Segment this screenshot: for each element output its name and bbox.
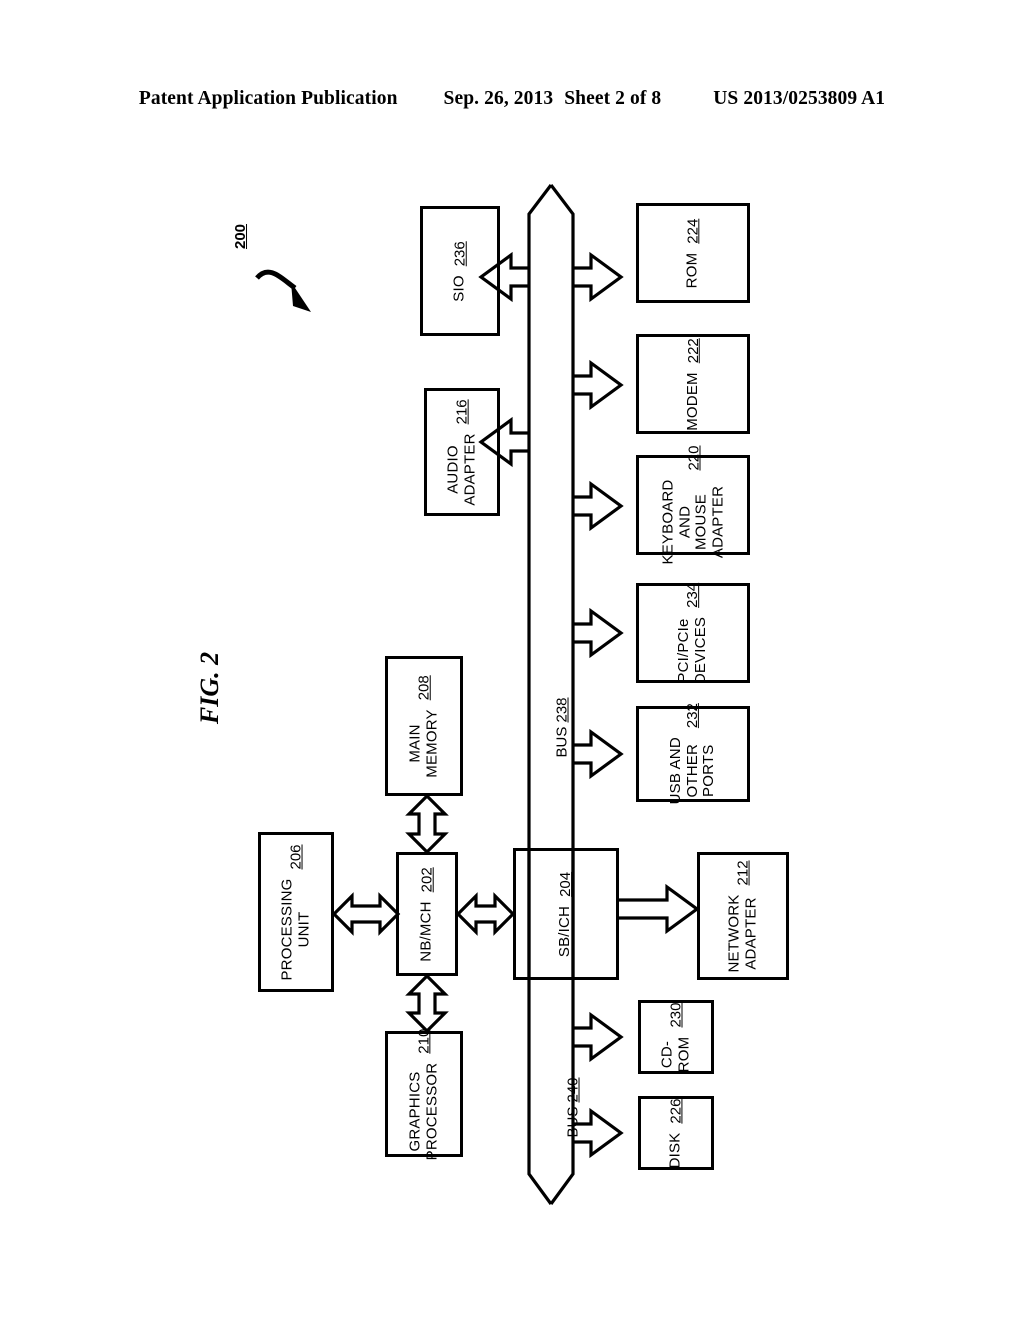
arrow-sbich-to-network [619, 883, 700, 935]
bus-spine-right-rail [549, 184, 575, 1205]
arrow-bus-to-disk [573, 1107, 624, 1159]
arrow-nbmch-to-graphics [405, 973, 449, 1034]
arrow-bus-to-audio [478, 416, 529, 468]
arrow-mainmemory-to-nbmch [405, 793, 449, 855]
arrow-bus-to-keyboard [573, 480, 624, 532]
arrow-bus-to-sio [478, 251, 529, 303]
connector-overlay [331, 184, 700, 1205]
arrow-cpu-to-nbmch [331, 892, 401, 936]
bus-spine-left-rail [527, 184, 553, 1205]
arrow-bus-to-pci [573, 607, 624, 659]
arrow-bus-to-cdrom [573, 1011, 624, 1063]
arrow-bus-to-rom [573, 251, 624, 303]
arrow-nbmch-to-sbich [455, 892, 516, 936]
arrow-bus-to-usb [573, 728, 624, 780]
arrow-bus-to-modem [573, 359, 624, 411]
